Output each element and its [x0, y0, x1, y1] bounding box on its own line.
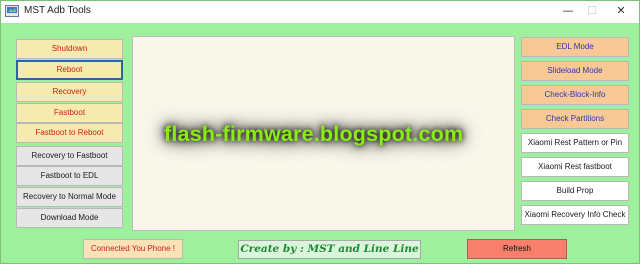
window-title: MST Adb Tools — [24, 5, 91, 16]
connection-status: Connected You Phone ! — [83, 239, 183, 259]
download-mode-button[interactable]: Download Mode — [16, 208, 123, 228]
app-window: MST Adb Tools — ☐ ✕ Shutdown Reboot Reco… — [0, 0, 640, 264]
watermark-text: flash-firmware.blogspot.com — [164, 122, 464, 146]
edl-mode-button[interactable]: EDL Mode — [521, 37, 629, 57]
xiaomi-reset-pattern-button[interactable]: Xiaomi Rest Pattern or Pin — [521, 133, 629, 153]
check-block-info-button[interactable]: Check-Block-Info — [521, 85, 629, 105]
build-prop-button[interactable]: Build Prop — [521, 181, 629, 201]
xiaomi-reset-fastboot-button[interactable]: Xiaomi Rest fastboot — [521, 157, 629, 177]
title-bar: MST Adb Tools — ☐ ✕ — [1, 1, 639, 23]
fastboot-button[interactable]: Fastboot — [16, 103, 123, 123]
credit-label: Create by : MST and Line Line — [238, 240, 421, 259]
check-partitions-button[interactable]: Check Partitions — [521, 109, 629, 129]
fastboot-to-reboot-button[interactable]: Fastboot to Reboot — [16, 123, 123, 143]
recovery-button[interactable]: Recovery — [16, 82, 123, 102]
slideload-mode-button[interactable]: Slideload Mode — [521, 61, 629, 81]
close-icon[interactable]: ✕ — [607, 1, 635, 23]
reboot-button[interactable]: Reboot — [16, 60, 123, 80]
recovery-to-fastboot-button[interactable]: Recovery to Fastboot — [16, 146, 123, 166]
fastboot-to-edl-button[interactable]: Fastboot to EDL — [16, 166, 123, 186]
maximize-icon[interactable]: ☐ — [578, 1, 606, 23]
refresh-button[interactable]: Refresh — [467, 239, 567, 259]
recovery-to-normal-mode-button[interactable]: Recovery to Normal Mode — [16, 187, 123, 207]
xiaomi-recovery-info-check-button[interactable]: Xiaomi Recovery Info Check — [521, 205, 629, 225]
shutdown-button[interactable]: Shutdown — [16, 39, 123, 59]
app-icon — [5, 5, 19, 17]
